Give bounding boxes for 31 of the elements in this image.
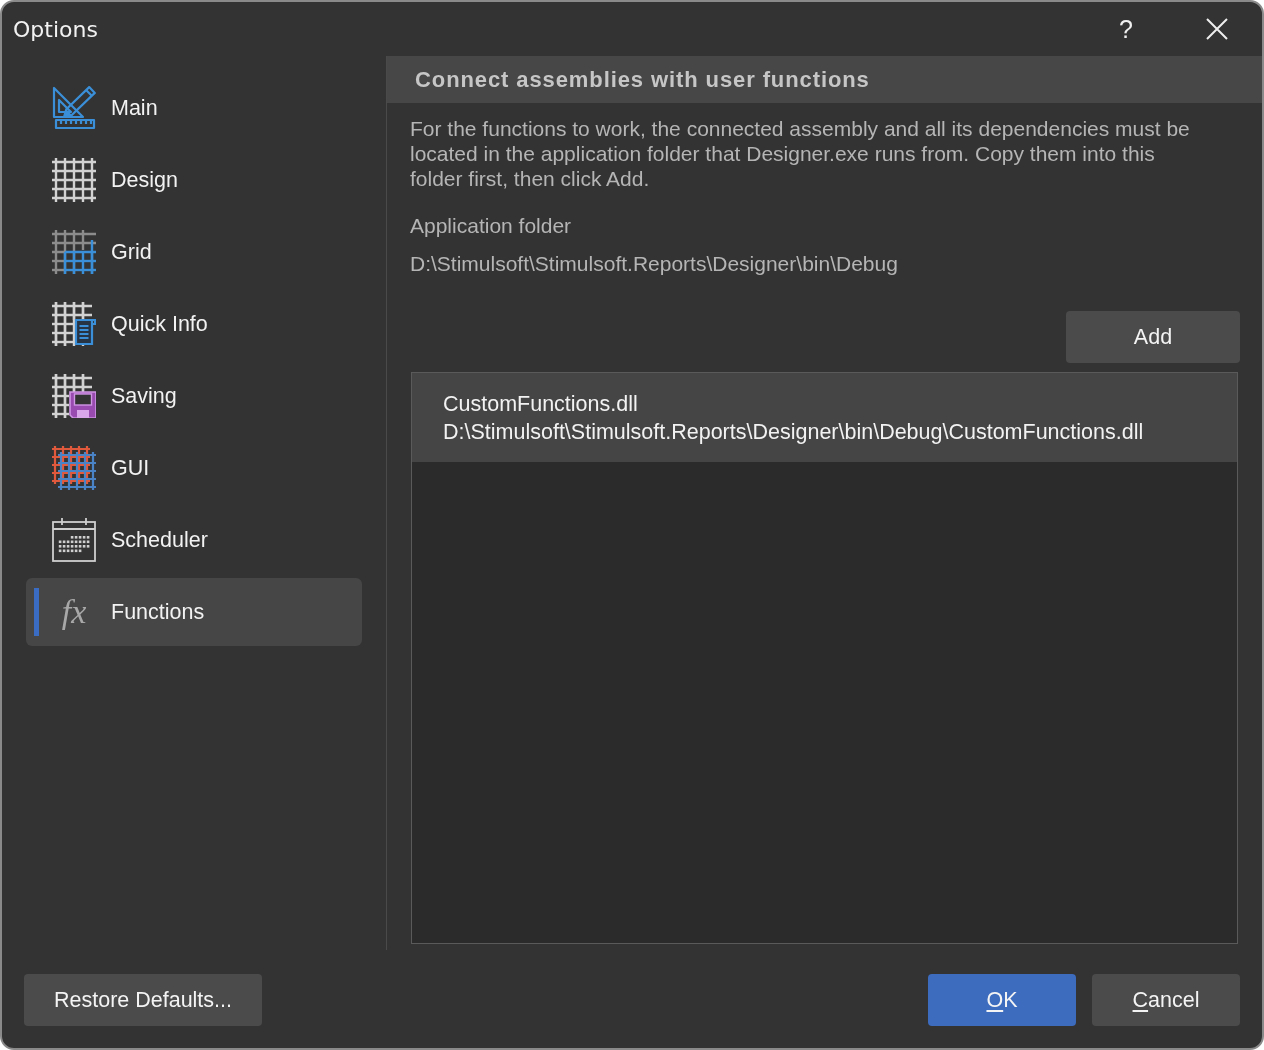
help-button[interactable]: ? (1103, 6, 1149, 52)
selection-indicator (34, 588, 39, 636)
pencil-ruler-icon (52, 86, 96, 130)
sidebar-item[interactable]: Grid (26, 218, 362, 286)
folder-path-text: D:\Stimulsoft\Stimulsoft.Reports\Designer\bin\Debug (410, 251, 899, 276)
grid-floppy-disk-icon (52, 374, 96, 418)
grid-document-icon (52, 302, 96, 346)
cancel-button[interactable]: Cancel (1092, 974, 1240, 1026)
restore-defaults-button[interactable]: Restore Defaults... (24, 974, 262, 1026)
description-text: For the functions to work, the connected assembly and all its dependencies must be located in the application folder that Designer.exe runs from. Copy them into this folder first, then click Add. (410, 116, 1191, 191)
calendar-icon (52, 518, 96, 562)
section-header: Connect assemblies with user functions (387, 56, 1262, 103)
folder-label: Application folder (410, 213, 573, 238)
assembly-name: CustomFunctions.dll (443, 390, 638, 418)
sidebar-item[interactable]: GUI (26, 434, 362, 502)
assembly-path: D:\Stimulsoft\Stimulsoft.Reports\Designer\bin\Debug\CustomFunctions.dll (443, 418, 1144, 446)
window-title: Options (13, 16, 98, 42)
sidebar-item[interactable]: Quick Info (26, 290, 362, 358)
sidebar-item[interactable]: Scheduler (26, 506, 362, 574)
sidebar-item[interactable]: Saving (26, 362, 362, 430)
sidebar-item[interactable]: fx Functions (26, 578, 362, 646)
sidebar-item[interactable]: Design (26, 146, 362, 214)
add-button[interactable]: Add (1066, 311, 1240, 363)
assembly-list-item[interactable]: CustomFunctions.dll D:\Stimulsoft\Stimulsoft.Reports\Designer\bin\Debug\CustomFunctions.dll (412, 373, 1237, 462)
close-icon (1206, 18, 1228, 40)
grid-icon (52, 158, 96, 202)
fx-icon: fx (52, 592, 96, 632)
ok-button[interactable]: OK (928, 974, 1076, 1026)
crossed-grid-icon (52, 446, 96, 490)
sidebar-item[interactable]: Main (26, 74, 362, 142)
grid-icon (52, 230, 96, 274)
